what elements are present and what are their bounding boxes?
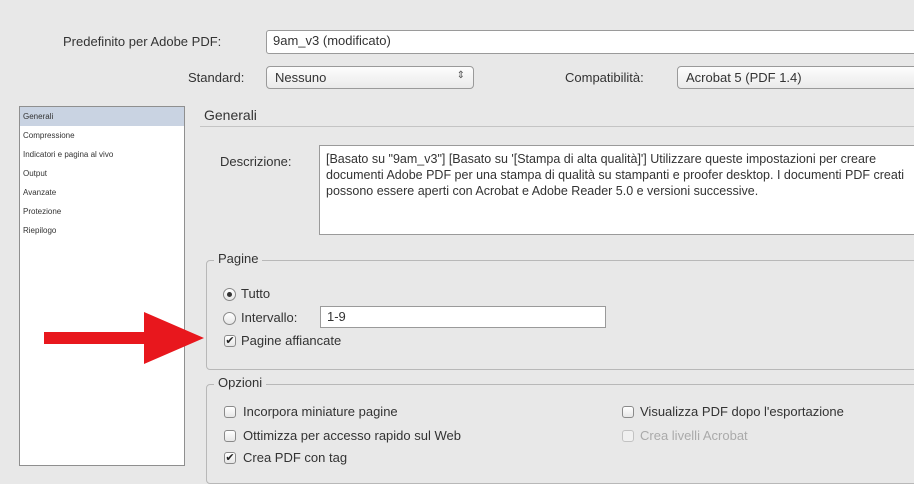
compatibility-select[interactable]: Acrobat 5 (PDF 1.4) <box>677 66 914 89</box>
sidebar: Generali Compressione Indicatori e pagin… <box>19 106 185 466</box>
updown-arrows-icon: ⇕ <box>456 70 465 81</box>
checkmark-icon: ✔ <box>225 335 235 347</box>
section-title: Generali <box>204 107 257 123</box>
standard-value: Nessuno <box>275 70 327 85</box>
radio-all[interactable] <box>223 288 236 301</box>
sidebar-item-generali[interactable]: Generali <box>20 107 184 126</box>
standard-label: Standard: <box>188 70 245 85</box>
preset-label: Predefinito per Adobe PDF: <box>63 34 222 49</box>
compatibility-value: Acrobat 5 (PDF 1.4) <box>686 70 802 85</box>
sidebar-item-riepilogo[interactable]: Riepilogo <box>20 221 184 240</box>
pages-group-title: Pagine <box>214 251 263 266</box>
embed-thumbs-label: Incorpora miniature pagine <box>243 404 398 419</box>
sidebar-item-output[interactable]: Output <box>20 164 184 183</box>
range-value: 1-9 <box>327 309 346 324</box>
preset-select[interactable]: 9am_v3 (modificato) <box>266 30 914 54</box>
radio-dot-icon <box>227 292 232 297</box>
optimize-web-checkbox[interactable] <box>224 430 236 442</box>
standard-select[interactable]: Nessuno ⇕ <box>266 66 474 89</box>
options-group-title: Opzioni <box>214 375 267 390</box>
radio-range-label: Intervallo: <box>241 310 298 325</box>
embed-thumbs-checkbox[interactable] <box>224 406 236 418</box>
tagged-pdf-checkbox[interactable]: ✔ <box>224 452 236 464</box>
tagged-pdf-label: Crea PDF con tag <box>243 450 348 465</box>
description-text: [Basato su "9am_v3"] [Basato su '[Stampa… <box>326 152 905 198</box>
acrobat-layers-label: Crea livelli Acrobat <box>640 428 748 443</box>
acrobat-layers-checkbox[interactable] <box>622 430 634 442</box>
checkmark-icon: ✔ <box>225 452 235 464</box>
radio-range[interactable] <box>223 312 236 325</box>
description-label: Descrizione: <box>220 154 292 169</box>
preset-value: 9am_v3 (modificato) <box>273 33 391 48</box>
spreads-label: Pagine affiancate <box>241 333 342 348</box>
sidebar-item-avanzate[interactable]: Avanzate <box>20 183 184 202</box>
description-textarea[interactable]: [Basato su "9am_v3"] [Basato su '[Stampa… <box>319 145 914 235</box>
range-input[interactable]: 1-9 <box>320 306 606 328</box>
sidebar-item-compressione[interactable]: Compressione <box>20 126 184 145</box>
sidebar-item-indicatori[interactable]: Indicatori e pagina al vivo <box>20 145 184 164</box>
compatibility-label: Compatibilità: <box>565 70 644 85</box>
sidebar-item-protezione[interactable]: Protezione <box>20 202 184 221</box>
optimize-web-label: Ottimizza per accesso rapido sul Web <box>243 428 461 443</box>
red-arrow-icon <box>44 312 204 364</box>
view-after-checkbox[interactable] <box>622 406 634 418</box>
spreads-checkbox[interactable]: ✔ <box>224 335 236 347</box>
radio-all-label: Tutto <box>241 286 271 301</box>
view-after-label: Visualizza PDF dopo l'esportazione <box>640 404 844 419</box>
title-divider <box>200 126 914 127</box>
